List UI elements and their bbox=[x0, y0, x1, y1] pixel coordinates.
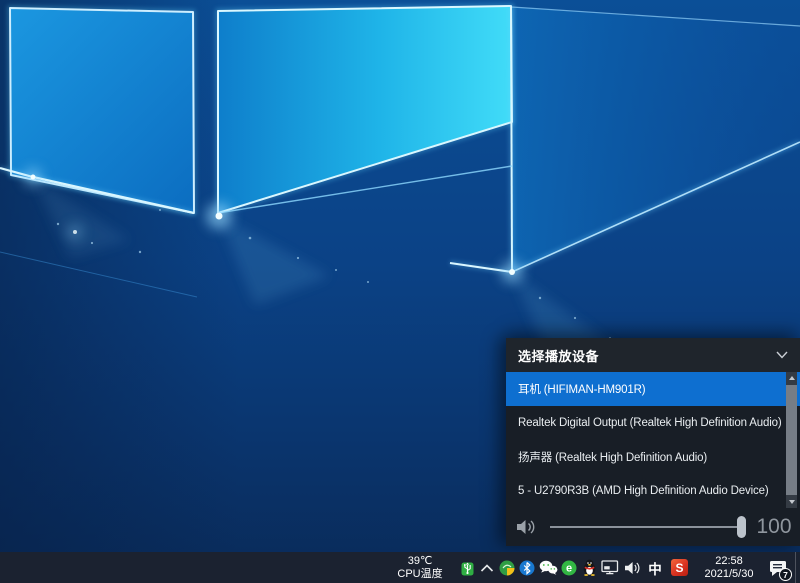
speaker-icon[interactable] bbox=[516, 518, 540, 536]
scroll-up-arrow[interactable] bbox=[786, 372, 797, 384]
notification-badge: 7 bbox=[779, 568, 792, 581]
audio-flyout: 选择播放设备 耳机 (HIFIMAN-HM901R) Realtek Digit… bbox=[506, 338, 800, 546]
scrollbar-thumb[interactable] bbox=[786, 385, 797, 495]
cpu-temp-value: 39℃ bbox=[391, 555, 449, 568]
playback-device-item[interactable]: 耳机 (HIFIMAN-HM901R) bbox=[506, 372, 800, 406]
hidden-icons-chevron-icon[interactable] bbox=[477, 552, 497, 583]
device-label: 耳机 (HIFIMAN-HM901R) bbox=[518, 381, 646, 397]
taskbar: 39℃ CPU温度 bbox=[0, 552, 800, 583]
device-label: 扬声器 (Realtek High Definition Audio) bbox=[518, 449, 707, 465]
sogou-input-icon[interactable]: S bbox=[671, 559, 688, 576]
clock-time: 22:58 bbox=[697, 555, 761, 568]
cpu-temp-widget[interactable]: 39℃ CPU温度 bbox=[391, 555, 449, 580]
network-icon[interactable] bbox=[599, 552, 621, 583]
qq-penguin-icon[interactable] bbox=[579, 552, 599, 583]
list-scrollbar[interactable] bbox=[786, 372, 797, 508]
scroll-down-arrow[interactable] bbox=[786, 496, 797, 508]
security-tool-icon[interactable] bbox=[497, 552, 517, 583]
bluetooth-icon[interactable] bbox=[517, 552, 537, 583]
svg-text:e: e bbox=[566, 562, 572, 574]
clock-date: 2021/5/30 bbox=[697, 568, 761, 581]
system-tray: 39℃ CPU温度 bbox=[391, 552, 800, 583]
playback-device-list: 耳机 (HIFIMAN-HM901R) Realtek Digital Outp… bbox=[506, 372, 800, 508]
playback-device-item[interactable]: 5 - U2790R3B (AMD High Definition Audio … bbox=[506, 474, 800, 508]
flyout-header: 选择播放设备 bbox=[506, 338, 800, 372]
volume-slider-thumb[interactable] bbox=[737, 516, 746, 538]
action-center-button[interactable]: 7 bbox=[761, 552, 795, 583]
volume-value: 100 bbox=[754, 515, 800, 539]
chevron-down-icon[interactable] bbox=[776, 351, 788, 359]
volume-row: 100 bbox=[506, 508, 800, 546]
show-desktop-button[interactable] bbox=[795, 552, 800, 583]
device-label: 5 - U2790R3B (AMD High Definition Audio … bbox=[518, 485, 769, 497]
usb-safely-remove-icon[interactable] bbox=[457, 552, 477, 583]
playback-device-item[interactable]: Realtek Digital Output (Realtek High Def… bbox=[506, 406, 800, 440]
wechat-icon[interactable] bbox=[537, 552, 559, 583]
volume-slider[interactable] bbox=[550, 526, 744, 528]
taskbar-clock[interactable]: 22:58 2021/5/30 bbox=[697, 555, 761, 581]
ime-language-indicator[interactable]: 中 bbox=[643, 558, 667, 578]
device-label: Realtek Digital Output (Realtek High Def… bbox=[518, 417, 782, 429]
browser-e-icon[interactable]: e bbox=[559, 552, 579, 583]
flyout-title: 选择播放设备 bbox=[518, 346, 599, 365]
volume-taskbar-icon[interactable] bbox=[621, 552, 643, 583]
cpu-temp-label: CPU温度 bbox=[391, 568, 449, 581]
playback-device-item[interactable]: 扬声器 (Realtek High Definition Audio) bbox=[506, 440, 800, 474]
desktop-screen: 选择播放设备 耳机 (HIFIMAN-HM901R) Realtek Digit… bbox=[0, 0, 800, 583]
